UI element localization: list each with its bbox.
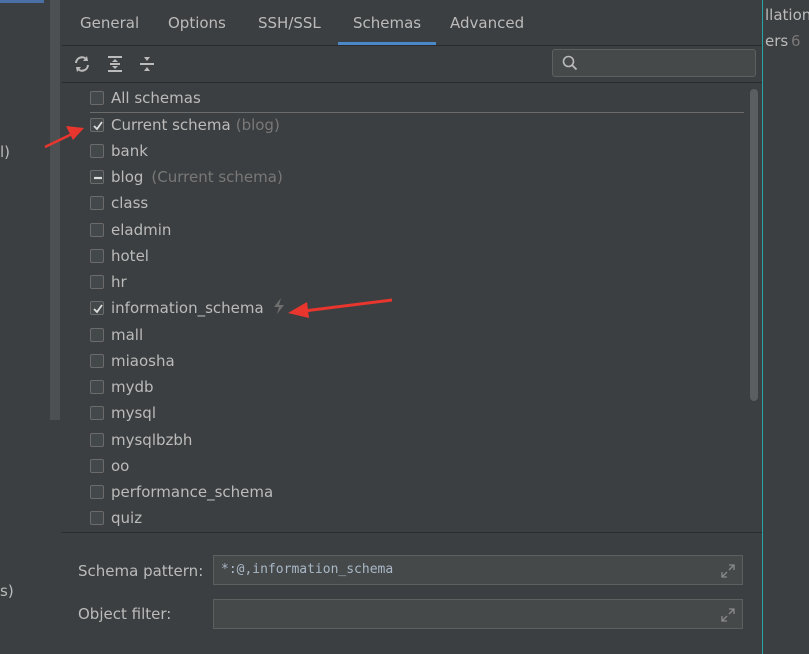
schema-item-oo[interactable]: oo (90, 455, 129, 477)
collapse-all-icon[interactable] (137, 54, 157, 74)
checkbox[interactable] (90, 328, 104, 342)
schema-hint: (Current schema) (151, 168, 283, 186)
data-source-dialog: General Options SSH/SSL Schemas Advanced… (62, 0, 762, 654)
right-fragment-2: ers (765, 32, 789, 50)
schema-item-mysql[interactable]: mysql (90, 402, 156, 424)
tab-schemas[interactable]: Schemas (338, 0, 437, 45)
schema-item-miaosha[interactable]: miaosha (90, 350, 175, 372)
checkbox[interactable] (90, 144, 104, 158)
schema-pattern-value: *:@,information_schema (221, 562, 394, 577)
expand-icon[interactable] (721, 608, 735, 622)
lightning-icon (271, 297, 287, 319)
schema-toolbar (62, 46, 762, 83)
search-input[interactable] (585, 53, 754, 75)
schema-item-mydb[interactable]: mydb (90, 376, 154, 398)
checkbox[interactable] (90, 406, 104, 420)
left-panel-accent (0, 0, 44, 3)
schema-label: mydb (111, 378, 154, 396)
checkbox[interactable] (90, 485, 104, 499)
checkbox-partial[interactable] (90, 170, 104, 184)
right-fragment-count: 6 (791, 32, 801, 50)
right-panel: llations ers 6 (762, 0, 809, 654)
checkbox[interactable] (90, 511, 104, 525)
schema-item-quiz[interactable]: quiz (90, 507, 142, 529)
checkbox[interactable] (90, 249, 104, 263)
left-panel: l) s) (0, 0, 62, 654)
checkbox[interactable] (90, 459, 104, 473)
schema-item-performance-schema[interactable]: performance_schema (90, 481, 273, 503)
left-panel-scrollbar[interactable] (50, 0, 60, 420)
schema-label: hr (111, 273, 127, 291)
list-divider (90, 112, 744, 113)
object-filter-label: Object filter: (78, 605, 172, 623)
schema-item-bank[interactable]: bank (90, 140, 148, 162)
checkbox[interactable] (90, 275, 104, 289)
schema-item-mall[interactable]: mall (90, 324, 143, 346)
schema-label: mysqlbzbh (111, 431, 193, 449)
expand-icon[interactable] (721, 564, 735, 578)
tab-bar: General Options SSH/SSL Schemas Advanced (62, 0, 762, 46)
schema-item-all-schemas[interactable]: All schemas (90, 87, 201, 109)
tab-ssh-ssl[interactable]: SSH/SSL (258, 0, 321, 45)
schema-item-blog[interactable]: blog (Current schema) (90, 166, 283, 188)
schema-item-information-schema[interactable]: information_schema (90, 297, 287, 319)
checkbox[interactable] (90, 223, 104, 237)
left-fragment-2: s) (0, 582, 14, 600)
schema-label: mysql (111, 404, 156, 422)
checkbox[interactable] (90, 91, 104, 105)
schema-label: mall (111, 326, 144, 344)
checkbox[interactable] (90, 196, 104, 210)
list-scrollbar[interactable] (750, 89, 758, 401)
checkbox[interactable] (90, 380, 104, 394)
schema-item-mysqlbzbh[interactable]: mysqlbzbh (90, 429, 192, 451)
schema-list: All schemas Current schema (blog) bank b… (62, 83, 762, 533)
schema-item-current-schema[interactable]: Current schema (blog) (90, 114, 280, 136)
schema-search-field[interactable] (552, 49, 756, 77)
schema-label: performance_schema (111, 483, 274, 501)
schema-label: bank (111, 142, 148, 160)
schema-label: hotel (111, 247, 149, 265)
schema-hint: (blog) (235, 116, 280, 134)
schema-label: information_schema (111, 299, 264, 317)
schema-label: class (111, 194, 149, 212)
left-fragment-1: l) (0, 143, 11, 161)
refresh-icon[interactable] (72, 54, 92, 74)
schema-label: miaosha (111, 352, 175, 370)
schema-label: quiz (111, 509, 143, 527)
schema-label: Current schema (111, 116, 231, 134)
schema-label: blog (111, 168, 144, 186)
schema-item-hr[interactable]: hr (90, 271, 127, 293)
schema-pattern-label: Schema pattern: (78, 562, 204, 580)
schema-item-hotel[interactable]: hotel (90, 245, 149, 267)
expand-all-icon[interactable] (105, 54, 125, 74)
tab-advanced[interactable]: Advanced (450, 0, 524, 45)
search-icon (562, 55, 578, 71)
checkbox[interactable] (90, 433, 104, 447)
checkbox[interactable] (90, 354, 104, 368)
schema-item-eladmin[interactable]: eladmin (90, 219, 171, 241)
schema-pattern-field[interactable]: *:@,information_schema (213, 555, 743, 585)
filter-section: Schema pattern: *:@,information_schema O… (62, 533, 762, 654)
checkbox-checked[interactable] (90, 118, 104, 132)
schema-label: oo (111, 457, 130, 475)
object-filter-field[interactable] (213, 599, 743, 629)
tab-options[interactable]: Options (168, 0, 226, 45)
schema-label: eladmin (111, 221, 172, 239)
checkbox-checked[interactable] (90, 301, 104, 315)
right-fragment-1: llations (765, 6, 809, 24)
schema-label: All schemas (111, 89, 201, 107)
schema-item-class[interactable]: class (90, 192, 148, 214)
tab-general[interactable]: General (80, 0, 139, 45)
